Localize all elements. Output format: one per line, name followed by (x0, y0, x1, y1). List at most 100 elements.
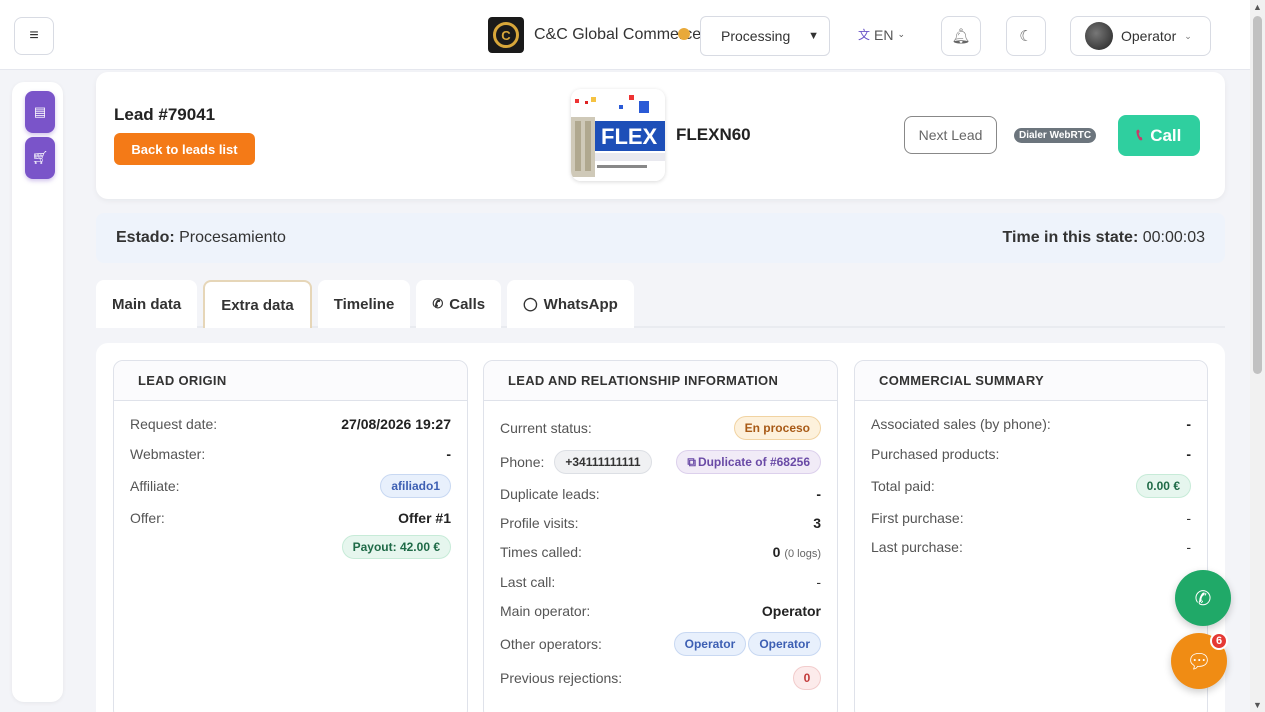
bell-icon: 🔔︎ (951, 28, 971, 45)
row-label: Request date: (130, 416, 218, 432)
scroll-up-icon[interactable]: ▲ (1253, 2, 1262, 12)
tab-calls[interactable]: ✆ Calls (416, 280, 502, 328)
panel-title: LEAD ORIGIN (114, 361, 467, 401)
last-call-value: - (816, 574, 821, 590)
estado-label: Estado: (116, 229, 175, 246)
last-purchase-value: - (1186, 539, 1191, 555)
row-label: Webmaster: (130, 446, 206, 462)
previous-rejections-row: Previous rejections: 0 (500, 666, 821, 690)
tab-label: Calls (449, 295, 486, 313)
chevron-down-icon: ⌄ (897, 29, 906, 39)
last-call-row: Last call: - (500, 574, 821, 590)
tab-label: Extra data (221, 296, 294, 314)
scrollbar-thumb[interactable] (1253, 16, 1262, 374)
duplicate-label: Duplicate of #68256 (697, 455, 810, 469)
language-label: EN (874, 26, 894, 43)
request-date-value: 27/08/2026 19:27 (341, 416, 451, 432)
row-label: Main operator: (500, 603, 591, 619)
main-operator-row: Main operator: Operator (500, 603, 821, 619)
dialer-badge: Dialer WebRTC (1014, 128, 1097, 143)
next-lead-button[interactable]: Next Lead (904, 116, 997, 154)
main-operator-value: Operator (761, 603, 821, 619)
times-called-row: Times called: 0 (0 logs) (500, 544, 821, 560)
webmaster-row: Webmaster: - (130, 446, 451, 462)
back-to-leads-button[interactable]: Back to leads list (114, 133, 255, 165)
offer-value: Offer #1 (398, 510, 451, 526)
page-scrollbar[interactable]: ▲ ▼ (1250, 0, 1265, 712)
row-label: Duplicate leads: (500, 486, 600, 502)
status-select[interactable]: Processing ▼ (700, 16, 830, 56)
first-purchase-row: First purchase: - (871, 510, 1191, 526)
tab-main-data[interactable]: Main data (96, 280, 198, 328)
offer-row: Offer: Offer #1 (130, 510, 451, 526)
user-name: Operator (1121, 28, 1177, 44)
tab-label: WhatsApp (543, 295, 618, 313)
last-purchase-row: Last purchase: - (871, 539, 1191, 555)
hamburger-icon: ≡ (29, 27, 39, 44)
moon-icon: ☾ (1019, 28, 1033, 45)
rejections-badge: 0 (793, 666, 821, 690)
lead-state-bar: Estado: Procesamiento Time in this state… (96, 213, 1225, 263)
row-label: Current status: (500, 420, 592, 436)
user-menu-button[interactable]: Operator ⌄ (1070, 16, 1211, 56)
sidebar-item-leads[interactable]: ▤ (25, 91, 55, 133)
duplicate-leads-row: Duplicate leads: - (500, 486, 821, 502)
product-image: FLEX (571, 89, 665, 181)
status-select-value: Processing (721, 28, 791, 44)
copy-icon: ⧉ (687, 454, 696, 469)
status-badge: En proceso (733, 416, 821, 440)
estado: Estado: Procesamiento (116, 229, 286, 247)
purchased-products-value: - (1186, 446, 1191, 462)
phone-icon: ✆ (432, 296, 444, 311)
associated-sales-row: Associated sales (by phone): - (871, 416, 1191, 432)
row-label: Total paid: (871, 478, 935, 494)
row-label: Offer: (130, 510, 165, 526)
chevron-down-icon: ⌄ (1184, 30, 1192, 41)
avatar (1085, 22, 1113, 50)
extra-data-content: LEAD ORIGIN Request date: 27/08/2026 19:… (96, 343, 1225, 712)
status-dot-icon (678, 28, 690, 40)
duplicate-badge[interactable]: ⧉ Duplicate of #68256 (676, 450, 821, 474)
chevron-down-icon: ▼ (808, 30, 819, 42)
time-label: Time in this state: (1002, 229, 1139, 246)
associated-sales-value: - (1186, 416, 1191, 432)
call-button[interactable]: 📞︎ Call (1118, 115, 1200, 156)
tab-timeline[interactable]: Timeline (317, 280, 411, 328)
row-label: First purchase: (871, 510, 964, 526)
row-label: Profile visits: (500, 515, 579, 531)
payout-row: Payout: 42.00 € (130, 535, 451, 559)
language-selector[interactable]: 文 EN ⌄ (858, 26, 905, 43)
phone-row: Phone: +34111111111 ⧉ Duplicate of #6825… (500, 450, 821, 474)
translate-icon: 文 (858, 28, 871, 42)
tab-extra-data[interactable]: Extra data (203, 280, 312, 328)
operator-badge: Operator (748, 632, 821, 656)
floating-call-button[interactable]: ✆ (1175, 570, 1231, 626)
menu-toggle-button[interactable]: ≡ (14, 17, 54, 55)
current-status-row: Current status: En proceso (500, 416, 821, 440)
time-value: 00:00:03 (1142, 229, 1205, 246)
other-operators-row: Other operators: Operator Operator (500, 632, 821, 656)
first-purchase-value: - (1186, 510, 1191, 526)
dark-mode-button[interactable]: ☾ (1006, 16, 1046, 56)
scroll-down-icon[interactable]: ▼ (1253, 700, 1262, 710)
lead-tabs: Main data Extra data Timeline ✆ Calls ◯ Wh… (96, 280, 634, 328)
sidebar-item-shop[interactable]: 🛒︎ (25, 137, 55, 179)
total-paid-row: Total paid: 0.00 € (871, 474, 1191, 498)
row-label: Phone: (500, 454, 545, 470)
times-called-value: 0 (772, 544, 781, 560)
notifications-button[interactable]: 🔔︎ (941, 16, 981, 56)
lead-header-card: Lead #79041 Back to leads list FLEX FLEX… (96, 72, 1225, 199)
phone-badge[interactable]: +34111111111 (554, 450, 652, 474)
purchased-products-row: Purchased products: - (871, 446, 1191, 462)
row-label: Purchased products: (871, 446, 1000, 462)
product-name: FLEXN60 (676, 125, 751, 144)
estado-value: Procesamiento (179, 229, 286, 246)
list-icon: ▤ (33, 104, 47, 119)
tab-whatsapp[interactable]: ◯ WhatsApp (507, 280, 634, 328)
duplicate-leads-value: - (816, 486, 821, 502)
affiliate-badge: afiliado1 (380, 474, 451, 498)
phone-icon: 📞︎ (1136, 126, 1143, 144)
sidebar: ▤ 🛒︎ (12, 82, 63, 702)
affiliate-row: Affiliate: afiliado1 (130, 474, 451, 498)
profile-visits-row: Profile visits: 3 (500, 515, 821, 531)
